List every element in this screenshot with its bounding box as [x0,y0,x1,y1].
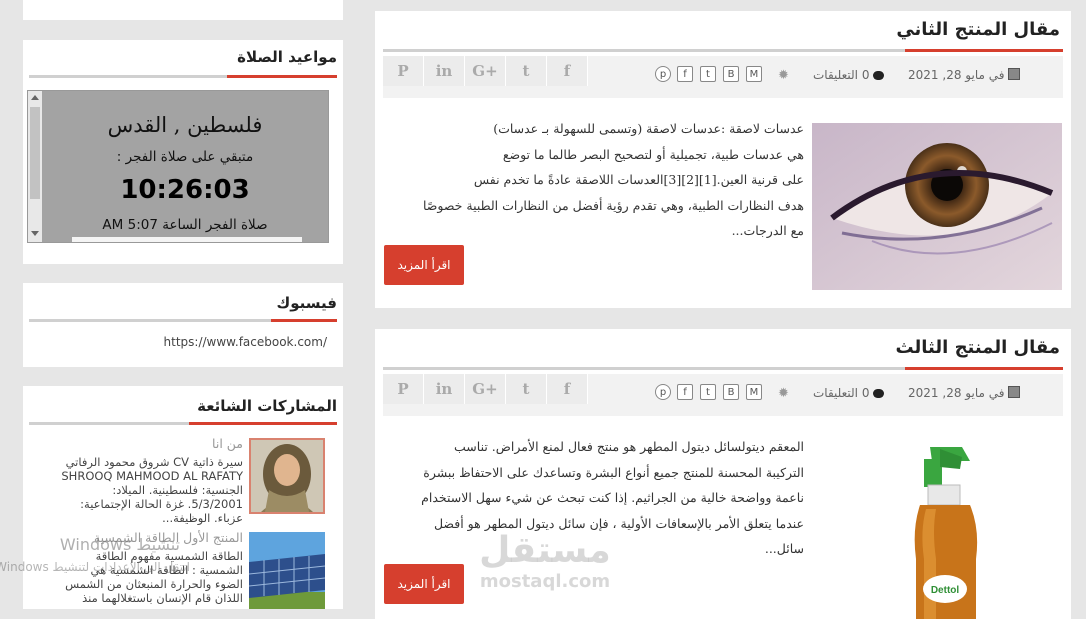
popular-item-title[interactable]: من انا [212,436,243,451]
share-twitter-icon[interactable]: t [506,374,547,404]
person-photo-icon [251,440,323,512]
email-small-icon[interactable]: M [746,66,762,82]
prayer-countdown: 10:26:03 [120,175,250,205]
popular-item-thumbnail[interactable] [249,438,325,514]
gear-icon[interactable]: ✹ [778,386,789,401]
facebook-link[interactable]: https://www.facebook.com/ [164,335,327,349]
post-meta-bar: P in G+ t f p f t B M ✹ 0 التعليقات في م… [383,374,1063,416]
post-excerpt: المعقم ديتولسائل ديتول المطهر هو منتج فع… [421,439,804,556]
top-strip [23,0,343,20]
popular-posts-widget: المشاركات الشائعة من انا سيرة ذاتية CV ش… [23,386,343,609]
prayer-widget: مواعيد الصلاة فلسطين , القدس متبقي على ص… [23,40,343,264]
popular-item[interactable]: المنتج الأول الطاقة الشمسية الطاقة الشمس… [23,530,343,609]
post-title-underline [383,49,1063,52]
gear-icon[interactable]: ✹ [778,68,789,83]
share-pinterest-icon[interactable]: P [383,374,424,404]
post-excerpt: عدسات لاصقة :عدسات لاصقة (وتسمى للسهولة … [422,121,804,238]
comment-icon [873,389,885,398]
post-thumbnail[interactable]: Dettol [812,439,1062,619]
post-comments-count[interactable]: 0 التعليقات [813,386,885,400]
prayer-scrollbar[interactable] [28,91,42,242]
post-thumbnail[interactable] [812,123,1062,290]
post-comments-count[interactable]: 0 التعليقات [813,68,885,82]
share-twitter-icon[interactable]: t [506,56,547,86]
calendar-icon [1008,386,1021,398]
scroll-thumb[interactable] [30,107,40,199]
prayer-title-underline [29,75,337,78]
post-date: في مايو 28, 2021 [908,68,1021,82]
popular-posts-title: المشاركات الشائعة [197,397,337,415]
solar-panel-photo-icon [249,532,325,609]
read-more-button[interactable]: اقرأ المزيد [384,245,464,285]
pinterest-small-icon[interactable]: p [655,384,671,400]
pinterest-small-icon[interactable]: p [655,66,671,82]
scroll-up-arrow-icon[interactable] [31,95,39,100]
prayer-widget-title: مواعيد الصلاة [237,48,337,66]
product-label: Dettol [931,585,960,596]
eye-photo-icon [812,123,1062,290]
blogger-small-icon[interactable]: B [723,384,739,400]
share-linkedin-icon[interactable]: in [424,374,465,404]
popular-item-title[interactable]: المنتج الأول الطاقة الشمسية [94,530,243,545]
share-facebook-icon[interactable]: f [547,374,588,404]
twitter-small-icon[interactable]: t [700,66,716,82]
facebook-small-icon[interactable]: f [677,66,693,82]
popular-item[interactable]: من انا سيرة ذاتية CV شروق محمود الرفاتي … [23,436,343,526]
share-facebook-icon[interactable]: f [547,56,588,86]
email-small-icon[interactable]: M [746,384,762,400]
spray-bottle-photo-icon: Dettol [812,439,1062,619]
popular-item-snippet: الطاقة الشمسية مفهوم الطاقة الشمسية : ال… [65,549,243,605]
share-pinterest-icon[interactable]: P [383,56,424,86]
share-googleplus-icon[interactable]: G+ [465,374,506,404]
facebook-title-underline [29,319,337,322]
facebook-widget: فيسبوك https://www.facebook.com/ [23,283,343,367]
blogger-small-icon[interactable]: B [723,66,739,82]
prayer-frame[interactable]: فلسطين , القدس متبقي على صلاة الفجر : 10… [27,90,329,243]
popular-item-thumbnail[interactable] [249,532,325,609]
facebook-widget-title: فيسبوك [276,294,337,312]
calendar-icon [1008,68,1021,80]
comment-icon [873,71,885,80]
post-date: في مايو 28, 2021 [908,386,1021,400]
prayer-frame-edge [72,237,302,242]
post-meta-bar: P in G+ t f p f t B M ✹ 0 التعليقات في م… [383,56,1063,98]
prayer-city: فلسطين , القدس [107,113,263,137]
facebook-small-icon[interactable]: f [677,384,693,400]
read-more-button[interactable]: اقرأ المزيد [384,564,464,604]
popular-title-underline [29,422,337,425]
prayer-remaining-label: متبقي على صلاة الفجر : [116,149,254,165]
popular-item-snippet: سيرة ذاتية CV شروق محمود الرفاتي SHROOQ … [61,455,243,525]
share-linkedin-icon[interactable]: in [424,56,465,86]
post-title-underline [383,367,1063,370]
scroll-down-arrow-icon[interactable] [31,231,39,236]
post-title[interactable]: مقال المنتج الثاني [896,19,1060,40]
post-card: مقال المنتج الثاني P in G+ t f p f t B M… [375,11,1071,308]
next-prayer-time: صلاة الفجر الساعة 5:07 AM [102,217,268,233]
post-title[interactable]: مقال المنتج الثالث [895,337,1060,358]
share-googleplus-icon[interactable]: G+ [465,56,506,86]
twitter-small-icon[interactable]: t [700,384,716,400]
post-card: مقال المنتج الثالث P in G+ t f p f t B M… [375,329,1071,619]
